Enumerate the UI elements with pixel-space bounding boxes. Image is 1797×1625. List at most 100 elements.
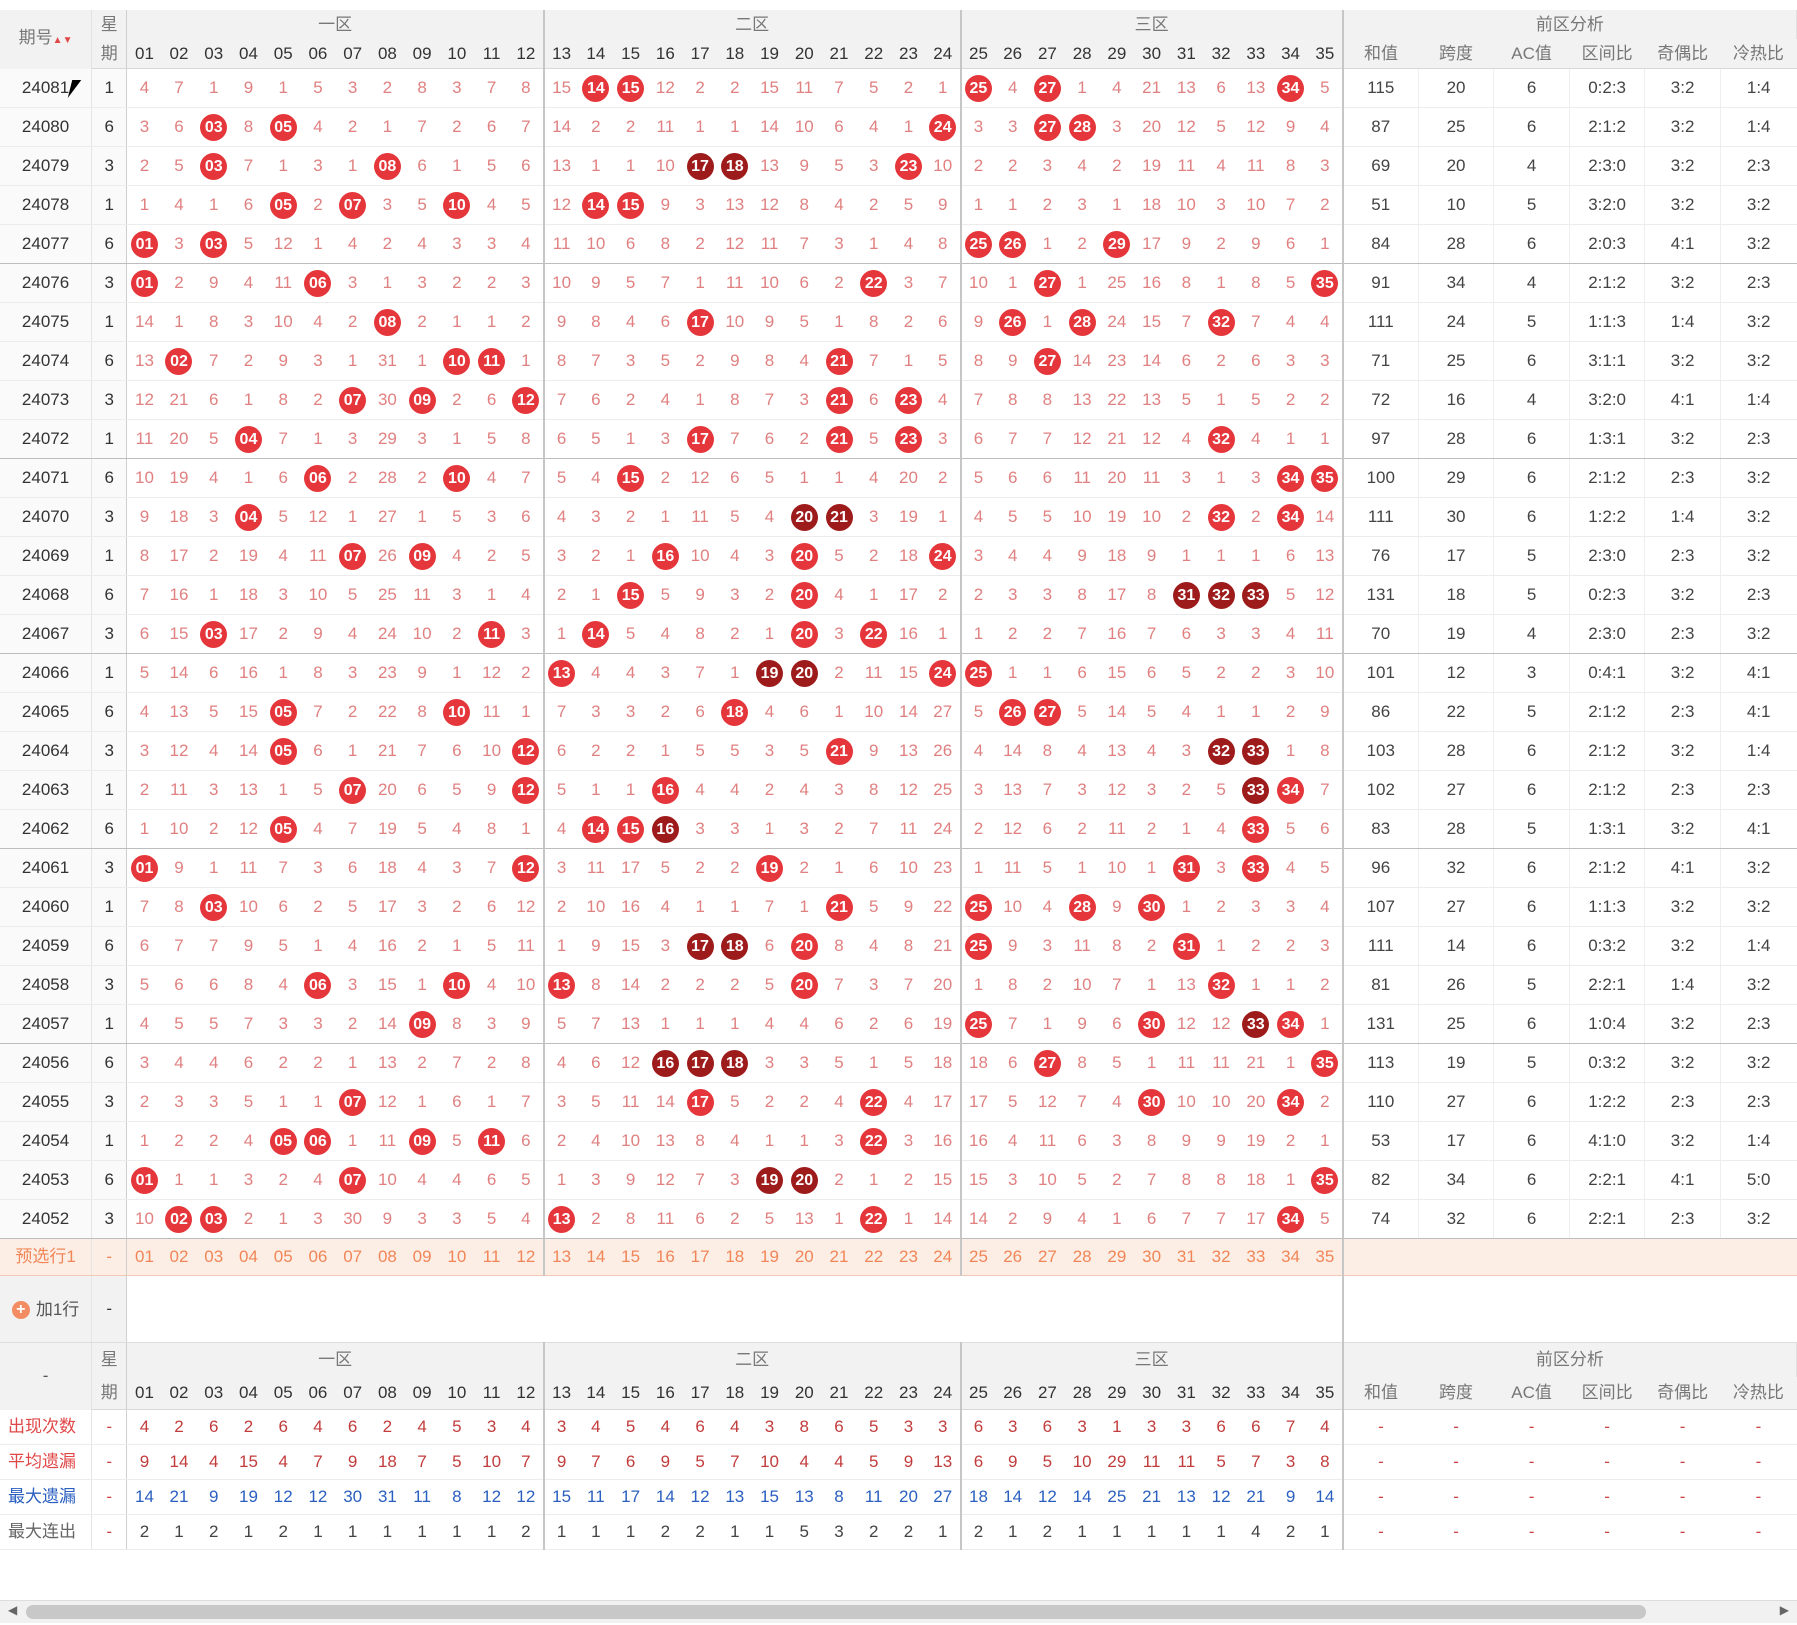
miss-cell[interactable]: 1 <box>474 302 509 342</box>
drawn-ball[interactable]: 18 <box>721 1049 749 1077</box>
drawn-ball[interactable]: 07 <box>339 542 367 570</box>
number-cell[interactable]: 17 <box>682 1043 718 1083</box>
number-cell[interactable]: 35 <box>1307 263 1344 303</box>
miss-cell[interactable]: 6 <box>1064 1121 1100 1161</box>
number-cell[interactable]: 19 <box>752 653 787 693</box>
miss-cell[interactable]: 4 <box>786 770 822 810</box>
miss-cell[interactable]: 19 <box>370 809 405 849</box>
number-cell[interactable]: 06 <box>300 965 336 1005</box>
miss-cell[interactable]: 5 <box>508 185 545 225</box>
miss-cell[interactable]: 13 <box>126 341 162 381</box>
miss-cell[interactable]: 4 <box>1307 107 1344 147</box>
miss-cell[interactable]: 3 <box>404 1199 440 1239</box>
miss-cell[interactable]: 20 <box>925 965 962 1005</box>
miss-cell[interactable]: 24 <box>370 614 405 654</box>
plus-icon[interactable]: + <box>11 1300 30 1319</box>
miss-cell[interactable]: 5 <box>821 146 857 186</box>
miss-cell[interactable]: 3 <box>1064 770 1100 810</box>
miss-cell[interactable]: 6 <box>439 1082 475 1122</box>
miss-cell[interactable]: 12 <box>682 458 718 498</box>
preselect-number[interactable]: 30 <box>1134 1238 1169 1276</box>
number-cell[interactable]: 12 <box>508 848 545 888</box>
miss-cell[interactable]: 1 <box>1238 536 1274 576</box>
number-cell[interactable]: 25 <box>960 68 996 108</box>
scroll-left-icon[interactable]: ◀ <box>8 1603 17 1617</box>
miss-cell[interactable]: 1 <box>821 302 857 342</box>
issue-header[interactable]: 期号▲▼ <box>0 10 93 69</box>
number-cell[interactable]: 25 <box>960 926 996 966</box>
drawn-ball[interactable]: 13 <box>548 971 576 999</box>
miss-cell[interactable]: 6 <box>196 653 232 693</box>
preselect-number[interactable]: 29 <box>1099 1238 1135 1276</box>
number-cell[interactable]: 30 <box>1134 1004 1169 1044</box>
miss-cell[interactable]: 2 <box>126 770 162 810</box>
miss-cell[interactable]: 15 <box>1134 302 1169 342</box>
miss-cell[interactable]: 1 <box>196 575 232 615</box>
miss-cell[interactable]: 2 <box>821 1160 857 1200</box>
miss-cell[interactable]: 9 <box>508 1004 545 1044</box>
miss-cell[interactable]: 7 <box>995 419 1031 459</box>
miss-cell[interactable]: 1 <box>1203 926 1239 966</box>
miss-cell[interactable]: 4 <box>439 1160 475 1200</box>
number-cell[interactable]: 04 <box>231 419 266 459</box>
miss-cell[interactable]: 7 <box>404 731 440 771</box>
miss-cell[interactable]: 1 <box>960 848 996 888</box>
number-cell[interactable]: 15 <box>613 575 648 615</box>
preselect-number[interactable]: 20 <box>786 1238 822 1276</box>
drawn-ball[interactable]: 24 <box>929 542 957 570</box>
miss-cell[interactable]: 2 <box>265 1160 301 1200</box>
drawn-ball[interactable]: 27 <box>1033 698 1061 726</box>
miss-cell[interactable]: 3 <box>404 263 440 303</box>
miss-cell[interactable]: 3 <box>995 575 1031 615</box>
miss-cell[interactable]: 1 <box>682 380 718 420</box>
miss-cell[interactable]: 7 <box>335 809 371 849</box>
miss-cell[interactable]: 6 <box>126 614 162 654</box>
miss-cell[interactable]: 5 <box>995 1082 1031 1122</box>
miss-cell[interactable]: 12 <box>1064 419 1100 459</box>
miss-cell[interactable]: 5 <box>821 536 857 576</box>
miss-cell[interactable]: 3 <box>786 380 822 420</box>
number-cell[interactable]: 21 <box>821 380 857 420</box>
number-cell[interactable]: 05 <box>265 692 301 732</box>
number-cell[interactable]: 12 <box>508 380 545 420</box>
miss-cell[interactable]: 6 <box>1307 809 1344 849</box>
number-cell[interactable]: 12 <box>508 770 545 810</box>
miss-cell[interactable]: 3 <box>300 1199 336 1239</box>
miss-cell[interactable]: 1 <box>1307 419 1344 459</box>
miss-cell[interactable]: 4 <box>196 731 232 771</box>
miss-cell[interactable]: 2 <box>1064 809 1100 849</box>
miss-cell[interactable]: 1 <box>126 185 162 225</box>
miss-cell[interactable]: 11 <box>543 224 579 264</box>
miss-cell[interactable]: 8 <box>1203 1160 1239 1200</box>
miss-cell[interactable]: 2 <box>786 848 822 888</box>
drawn-ball[interactable]: 28 <box>1068 113 1096 141</box>
number-cell[interactable]: 10 <box>439 965 475 1005</box>
miss-cell[interactable]: 6 <box>1134 653 1169 693</box>
miss-cell[interactable]: 12 <box>891 770 926 810</box>
miss-cell[interactable]: 4 <box>821 185 857 225</box>
miss-cell[interactable]: 8 <box>161 887 197 927</box>
drawn-ball[interactable]: 32 <box>1207 308 1235 336</box>
miss-cell[interactable]: 9 <box>1064 536 1100 576</box>
miss-cell[interactable]: 19 <box>231 536 266 576</box>
miss-cell[interactable]: 7 <box>1238 302 1274 342</box>
miss-cell[interactable]: 9 <box>161 848 197 888</box>
miss-cell[interactable]: 6 <box>925 302 962 342</box>
miss-cell[interactable]: 5 <box>196 1004 232 1044</box>
miss-cell[interactable]: 10 <box>1064 965 1100 1005</box>
miss-cell[interactable]: 13 <box>231 770 266 810</box>
preselect-number[interactable]: 32 <box>1203 1238 1239 1276</box>
miss-cell[interactable]: 5 <box>474 926 509 966</box>
miss-cell[interactable]: 6 <box>578 1043 614 1083</box>
preselect-row[interactable]: 预选行1-01 02 03 04 05 06 07 08 09 10 11 12 13 14 15 16 17 1… <box>0 1238 1797 1276</box>
number-cell[interactable]: 14 <box>578 68 614 108</box>
miss-cell[interactable]: 4 <box>960 497 996 537</box>
miss-cell[interactable]: 5 <box>891 1043 926 1083</box>
miss-cell[interactable]: 4 <box>543 809 579 849</box>
miss-cell[interactable]: 8 <box>995 380 1031 420</box>
miss-cell[interactable]: 6 <box>856 848 892 888</box>
drawn-ball[interactable]: 26 <box>999 230 1027 258</box>
miss-cell[interactable]: 3 <box>508 263 545 303</box>
miss-cell[interactable]: 1 <box>1168 887 1204 927</box>
miss-cell[interactable]: 9 <box>925 185 962 225</box>
